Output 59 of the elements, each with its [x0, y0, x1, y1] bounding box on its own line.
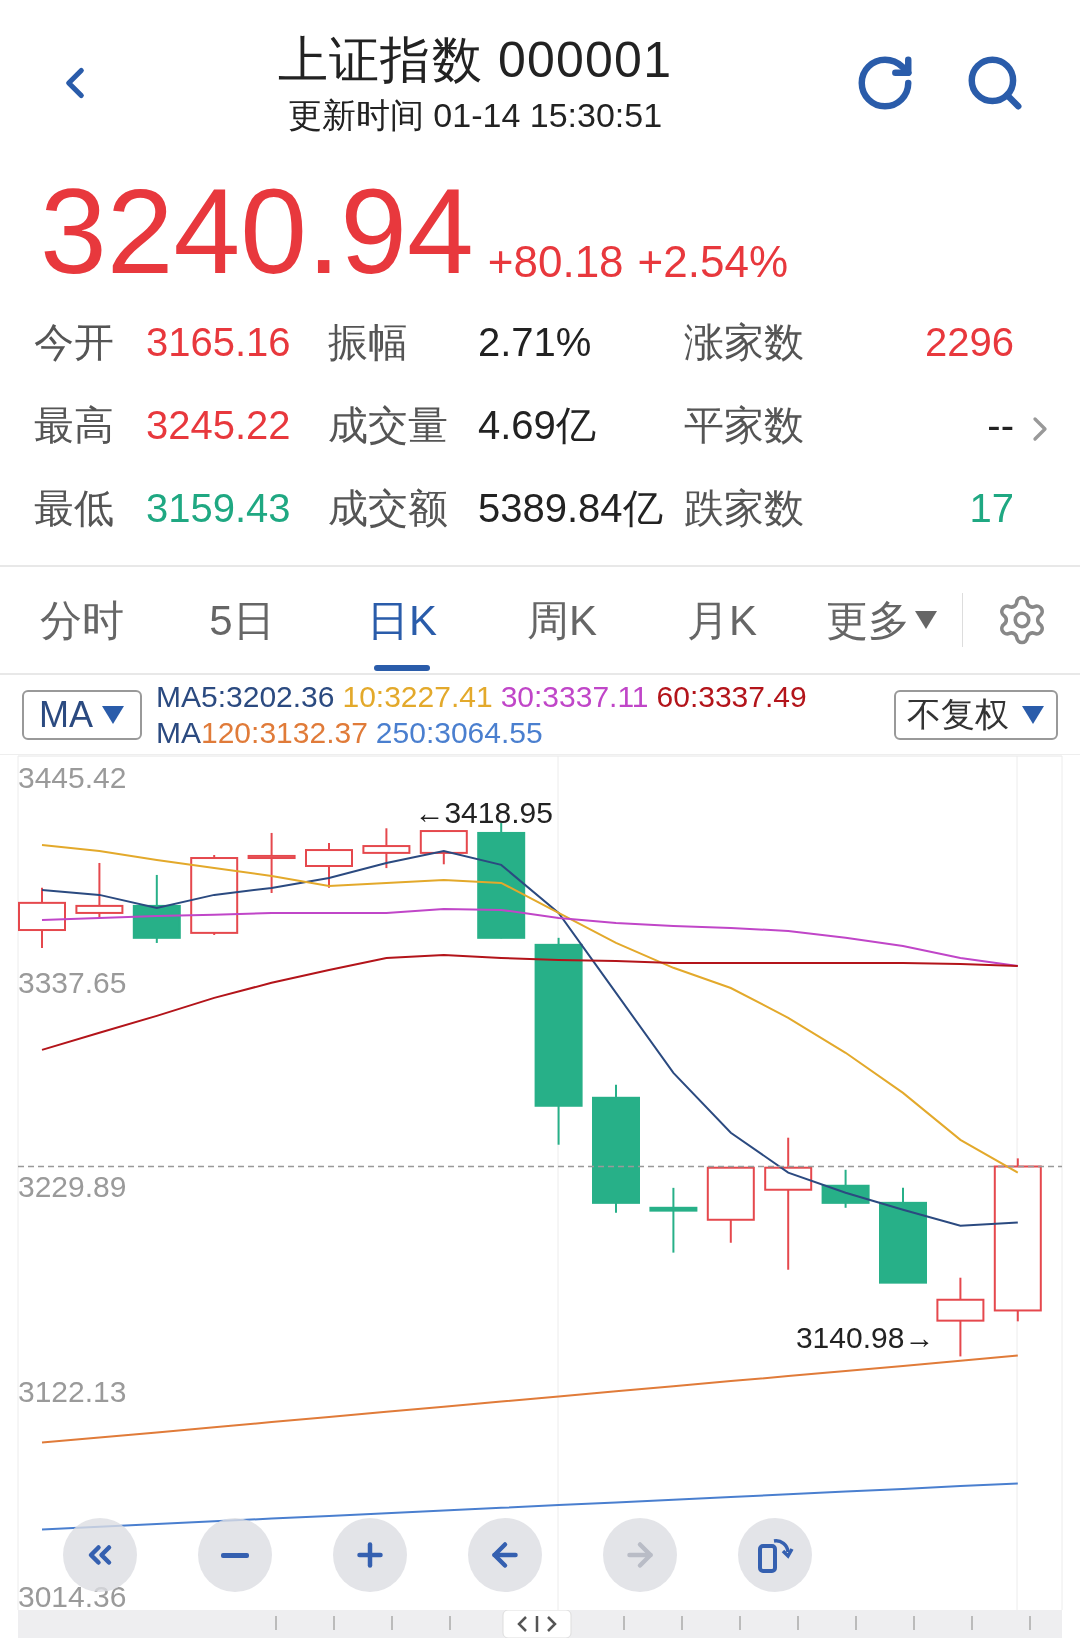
stat-value: --	[986, 401, 1014, 449]
stat-value: 3159.43	[146, 484, 292, 532]
stat-value: 17	[968, 484, 1014, 532]
stat-value: 3245.22	[146, 401, 292, 449]
candlestick	[75, 861, 124, 919]
stat-value: 3165.16	[146, 318, 292, 366]
candlestick	[362, 827, 411, 870]
indicator-dropdown[interactable]: MA	[22, 689, 142, 740]
ma-legend-value: 60:3337.49	[656, 678, 807, 715]
stat-label: 最低	[34, 484, 115, 532]
stat-value: 4.69亿	[478, 401, 597, 449]
scroll-handle[interactable]	[502, 1610, 572, 1638]
price-annotation: ←3418.95	[414, 796, 553, 830]
stat-label: 跌家数	[684, 484, 805, 532]
candlestick	[18, 886, 66, 949]
index-price: 3240.94	[40, 176, 474, 286]
candlestick	[649, 1186, 698, 1254]
update-time: 更新时间 01-14 15:30:51	[287, 94, 663, 136]
stat-value: 5389.84亿	[478, 484, 664, 532]
period-tab[interactable]: 周K	[482, 567, 642, 673]
period-tab[interactable]: 日K	[322, 567, 482, 673]
period-tab[interactable]: 更多	[802, 567, 962, 673]
stat-label: 成交量	[328, 401, 449, 449]
dropdown-arrow-icon	[101, 704, 125, 725]
period-tab[interactable]: 5日	[162, 567, 322, 673]
ma-legend-value: 30:3337.11	[500, 678, 649, 715]
candlestick	[821, 1168, 870, 1209]
ma-legend-label: MA	[156, 714, 201, 751]
period-tab[interactable]: 月K	[642, 567, 802, 673]
stat-value: 2.71%	[478, 318, 593, 366]
stat-label: 成交额	[328, 484, 449, 532]
minus-icon	[221, 1552, 249, 1558]
axis-label: 3337.65	[18, 965, 127, 999]
axis-label: 3445.42	[18, 761, 127, 794]
stat-label: 最高	[34, 401, 115, 449]
stat-label: 振幅	[328, 318, 409, 366]
axis-label: 3014.36	[18, 1579, 127, 1610]
dropdown-arrow-icon	[914, 610, 938, 630]
ma-legend-value: 250:3064.55	[375, 714, 543, 751]
axis-label: 3122.13	[18, 1375, 127, 1409]
stat-label: 涨家数	[684, 318, 805, 366]
axis-label: 3229.89	[18, 1170, 127, 1204]
candlestick	[419, 829, 468, 866]
stat-value: 2296	[924, 318, 1014, 366]
dropdown-arrow-icon	[1021, 704, 1045, 725]
ma-legend-value: 10:3227.41	[342, 678, 493, 715]
stat-label: 平家数	[684, 401, 805, 449]
ma-legend-value: MA5:3202.36	[156, 678, 335, 715]
page-title: 上证指数 000001	[277, 30, 673, 90]
period-tab[interactable]: 分时	[2, 567, 162, 673]
stat-label: 今开	[34, 318, 115, 366]
candlestick	[305, 842, 353, 889]
change-percent: +2.54%	[637, 238, 789, 286]
price-change: +80.18	[487, 238, 624, 286]
ma-legend-value: 120:3132.37	[201, 714, 368, 751]
price-annotation: 3140.98→	[795, 1321, 935, 1355]
candlestick	[247, 831, 296, 894]
adjustment-dropdown[interactable]: 不复权	[894, 689, 1058, 740]
candlestick	[132, 873, 181, 944]
